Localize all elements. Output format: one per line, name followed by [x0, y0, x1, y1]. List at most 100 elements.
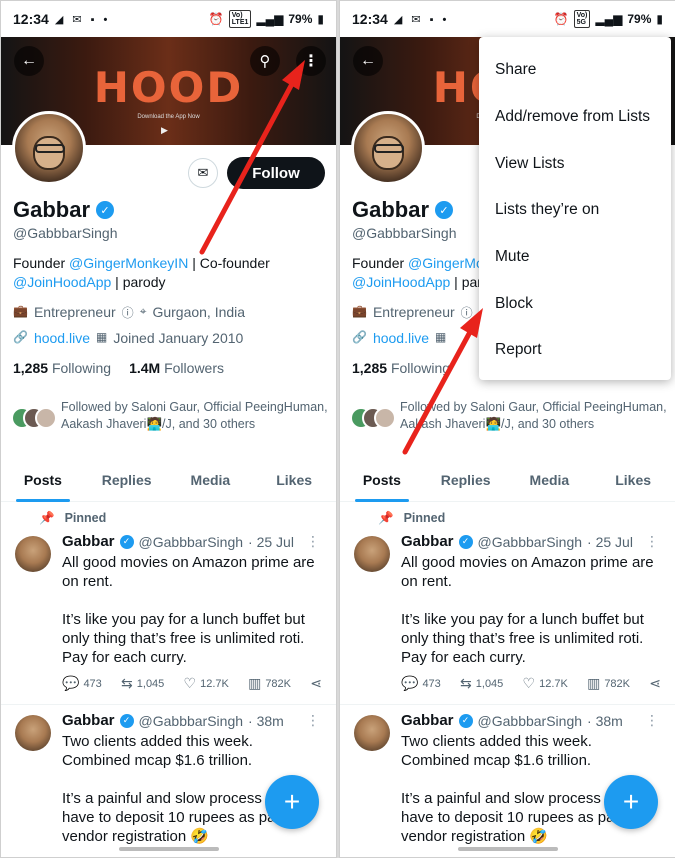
menu-item-share[interactable]: Share [479, 47, 671, 94]
mail-icon: ✉ [197, 165, 209, 180]
tab-replies[interactable]: Replies [424, 462, 508, 501]
more-vertical-icon: ⋮ [303, 53, 319, 70]
like-button[interactable]: ♡ 12.7K [184, 675, 229, 692]
compose-button[interactable]: + [265, 775, 319, 829]
verified-badge-icon: ✓ [96, 201, 115, 219]
reply-icon: 💬 [401, 675, 419, 691]
tab-replies[interactable]: Replies [85, 462, 169, 501]
signal-icon: ▂▄▆ [256, 12, 284, 26]
verified-badge-icon: ✓ [458, 534, 473, 549]
views-button[interactable]: ▥ 782K [248, 675, 291, 692]
profile-location: Gurgaon, India [152, 304, 246, 320]
followed-by[interactable]: Followed by Saloni Gaur, Official Peeing… [11, 399, 329, 437]
reply-button[interactable]: 💬 473 [62, 675, 102, 692]
share-icon: ⋖ [649, 675, 661, 691]
menu-item-mute[interactable]: Mute [479, 234, 671, 281]
home-indicator [458, 847, 558, 851]
post-actions: 💬 473 ⇆ 1,045 ♡ 12.7K ▥ 782K ⋖ [401, 675, 661, 692]
plus-icon: + [622, 786, 640, 817]
share-button[interactable]: ⋖ [310, 675, 322, 692]
briefcase-icon: 💼 [13, 304, 28, 318]
message-button[interactable]: ✉ [188, 158, 218, 188]
tab-likes[interactable]: Likes [591, 462, 675, 501]
repost-button[interactable]: ⇆ 1,045 [460, 675, 503, 692]
post-header: Gabbar ✓ @GabbbarSingh · 38m [401, 712, 623, 729]
reply-button[interactable]: 💬 473 [401, 675, 441, 692]
tab-posts[interactable]: Posts [1, 462, 85, 502]
heart-icon: ♡ [522, 675, 536, 691]
profile-bio: Founder @GingerMonkeyIN | Co-founder @Jo… [13, 255, 270, 290]
post-more-icon[interactable]: ⋮ [306, 533, 320, 550]
followed-by-text: Followed by Saloni Gaur, Official Peeing… [61, 400, 328, 431]
followed-by[interactable]: Followed by Saloni Gaur, Official Peeing… [350, 399, 668, 437]
info-icon[interactable]: ⓘ [122, 304, 134, 321]
calendar-icon: ▦ [96, 330, 108, 344]
post-more-icon[interactable]: ⋮ [306, 712, 320, 729]
heart-icon: ♡ [183, 675, 197, 691]
like-button[interactable]: ♡ 12.7K [523, 675, 568, 692]
alarm-icon: ⏰ [553, 12, 569, 26]
post-item[interactable]: 📌 Pinned Gabbar ✓ @GabbbarSingh · 25 Jul … [340, 503, 675, 705]
post-author: Gabbar [62, 533, 115, 550]
info-icon[interactable]: ⓘ [461, 304, 473, 321]
bio-link-joinhood[interactable]: @JoinHoodApp [352, 274, 450, 290]
post-item[interactable]: 📌 Pinned Gabbar ✓ @GabbbarSingh · 25 Jul … [1, 503, 336, 705]
follow-button[interactable]: Follow [227, 157, 325, 189]
compose-button[interactable]: + [604, 775, 658, 829]
tab-media[interactable]: Media [169, 462, 253, 501]
repost-icon: ⇆ [460, 675, 472, 691]
profile-website[interactable]: hood.live [373, 330, 429, 346]
follow-counts: 1,285 Following 1.4M Followers [13, 360, 224, 376]
battery-icon: ▮ [656, 12, 663, 26]
tab-media[interactable]: Media [508, 462, 592, 501]
link-icon: 🔗 [13, 330, 28, 344]
post-more-icon[interactable]: ⋮ [645, 533, 659, 550]
battery-level: 79% [627, 12, 652, 26]
menu-item-block[interactable]: Block [479, 280, 671, 327]
link-icon: 🔗 [352, 330, 367, 344]
post-avatar[interactable] [354, 536, 390, 572]
post-header: Gabbar ✓ @GabbbarSingh · 25 Jul [62, 533, 294, 550]
post-actions: 💬 473 ⇆ 1,045 ♡ 12.7K ▥ 782K ⋖ [62, 675, 322, 692]
post-avatar[interactable] [354, 715, 390, 751]
tab-posts[interactable]: Posts [340, 462, 424, 502]
bio-link-gingermonkey[interactable]: @GingerMonkeyIN [69, 255, 188, 271]
menu-item-view-lists[interactable]: View Lists [479, 140, 671, 187]
verified-badge-icon: ✓ [458, 713, 473, 728]
followed-by-text: Followed by Saloni Gaur, Official Peeing… [400, 400, 667, 431]
verified-badge-icon: ✓ [119, 534, 134, 549]
banner-logo: HOOD [93, 63, 244, 112]
back-button[interactable]: ← [14, 46, 44, 76]
follower-avatars [350, 407, 398, 437]
following-link[interactable]: 1,285 Following [13, 360, 111, 376]
arrow-left-icon: ← [21, 52, 37, 69]
tab-likes[interactable]: Likes [252, 462, 336, 501]
bio-link-joinhood[interactable]: @JoinHoodApp [13, 274, 111, 290]
profile-avatar[interactable] [12, 111, 86, 185]
followers-link[interactable]: 1.4M Followers [129, 360, 224, 376]
profile-meta-row1: 💼 Entrepreneur ⓘ ⌖ Gurgaon, India [13, 304, 245, 321]
views-button[interactable]: ▥ 782K [587, 675, 630, 692]
post-text: All good movies on Amazon prime are on r… [401, 554, 654, 666]
menu-item-lists-theyre-on[interactable]: Lists they’re on [479, 187, 671, 234]
back-button[interactable]: ← [353, 46, 383, 76]
more-options-button[interactable]: ⋮ [296, 46, 326, 76]
post-more-icon[interactable]: ⋮ [645, 712, 659, 729]
notification-icons: ◢ ✉ ▪ • [54, 13, 111, 26]
profile-avatar[interactable] [351, 111, 425, 185]
post-author: Gabbar [62, 712, 115, 729]
menu-item-add-remove-lists[interactable]: Add/remove from Lists [479, 94, 671, 141]
post-time: · 38m [587, 712, 623, 729]
menu-item-report[interactable]: Report [479, 327, 671, 374]
post-avatar[interactable] [15, 715, 51, 751]
pinned-label: 📌 Pinned [378, 511, 446, 525]
profile-website[interactable]: hood.live [34, 330, 90, 346]
screenshot-left: 12:34 ◢ ✉ ▪ • ⏰ Vo) LTE1 ▂▄▆ 79% ▮ HOOD D… [0, 0, 337, 858]
post-avatar[interactable] [15, 536, 51, 572]
status-right: ⏰ Vo) LTE1 ▂▄▆ 79% ▮ [209, 10, 324, 28]
notification-icons: ◢ ✉ ▪ • [393, 13, 450, 26]
search-button[interactable]: ⚲ [250, 46, 280, 76]
following-link[interactable]: 1,285 Following [352, 360, 450, 376]
share-button[interactable]: ⋖ [649, 675, 661, 692]
repost-button[interactable]: ⇆ 1,045 [121, 675, 164, 692]
